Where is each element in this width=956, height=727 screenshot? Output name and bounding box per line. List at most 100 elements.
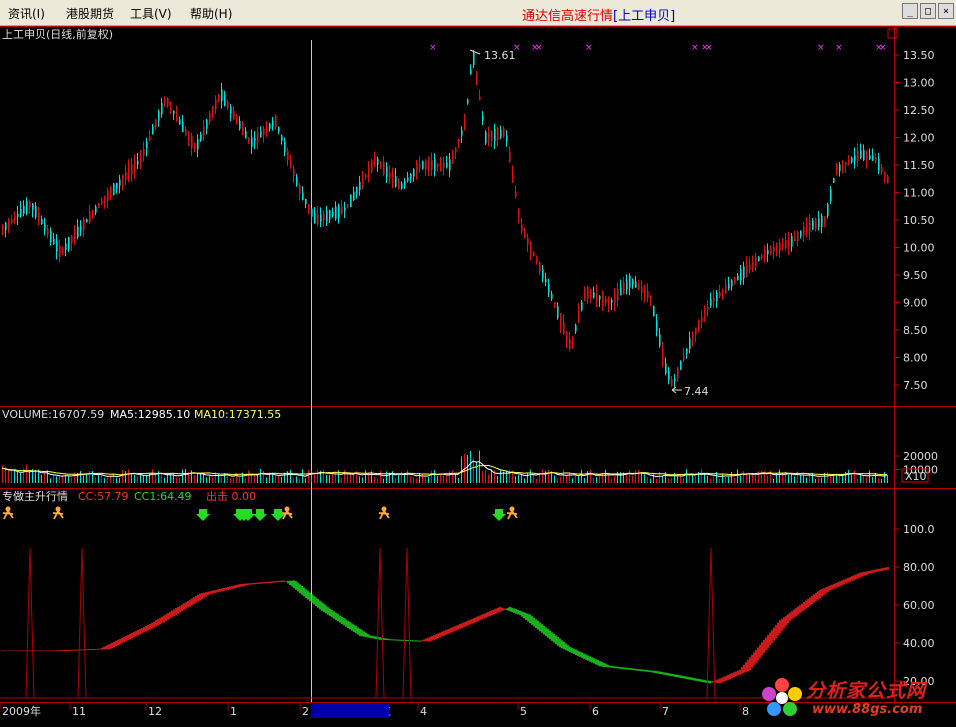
candle-body: [98, 203, 100, 209]
price-tick-label: 11.50: [903, 159, 935, 172]
price-tick-label: 12.50: [903, 104, 935, 117]
menu-item-hk-futures[interactable]: 港股期货: [66, 5, 114, 22]
price-tick-label: 10.00: [903, 242, 935, 255]
price-panel-header: 上工申贝(日线,前复权): [2, 27, 113, 41]
candle-body: [83, 218, 85, 231]
candle-body: [737, 275, 739, 281]
candle-body: [863, 149, 865, 161]
candle-body: [773, 247, 775, 252]
candle-body: [152, 126, 154, 135]
candle-body: [176, 113, 178, 122]
x-marker-icon: ×: [585, 43, 593, 53]
candle-body: [830, 189, 832, 201]
candle-body: [149, 135, 151, 140]
candle-body: [647, 291, 649, 299]
candle-body: [515, 192, 517, 197]
menu-item-tools[interactable]: 工具(V): [130, 5, 172, 22]
candle-body: [881, 166, 883, 173]
candle-body: [335, 206, 337, 219]
candle-body: [29, 201, 31, 208]
time-label: 8: [742, 705, 749, 718]
candle-body: [755, 256, 757, 267]
candle-body: [179, 119, 181, 125]
time-label: 12: [148, 705, 162, 718]
candle-body: [101, 200, 103, 205]
candle-body: [140, 156, 142, 163]
candle-body: [65, 243, 67, 251]
candle-body: [50, 230, 52, 243]
candle-body: [305, 198, 307, 205]
candle-body: [392, 173, 394, 184]
watermark-text: 分析家公式网: [806, 680, 927, 702]
maximize-button[interactable]: □: [920, 3, 936, 19]
minimize-button[interactable]: _: [902, 3, 918, 19]
candle-body: [242, 125, 244, 135]
stock-chart[interactable]: 上工申贝(日线,前复权) 13.5013.0012.5012.0011.5011…: [0, 26, 956, 727]
indicator-tick-label: 40.00: [903, 637, 935, 650]
candle-body: [665, 363, 667, 374]
candle-body: [497, 128, 499, 141]
menu-item-help[interactable]: 帮助(H): [190, 5, 232, 22]
high-arrow-icon: [469, 49, 481, 55]
volume-tick-label: 20000: [903, 450, 938, 463]
candle-body: [290, 161, 292, 167]
candle-body: [803, 226, 805, 236]
candle-body: [566, 331, 568, 341]
x-marker-icon: ×: [879, 43, 887, 53]
menu-item-info[interactable]: 资讯(I): [8, 5, 45, 22]
candle-body: [308, 204, 310, 211]
candle-body: [662, 349, 664, 360]
candle-body: [206, 120, 208, 129]
candle-body: [437, 163, 439, 167]
candle-body: [764, 249, 766, 259]
candle-body: [383, 162, 385, 175]
app-title: 通达信高速行情[上工申贝]: [522, 5, 675, 24]
x-marker-icon: ×: [705, 43, 713, 53]
candle-body: [611, 299, 613, 303]
low-price-label: 7.44: [684, 385, 709, 398]
candle-body: [527, 237, 529, 245]
candle-body: [188, 133, 190, 141]
close-button[interactable]: ×: [938, 3, 954, 19]
candle-body: [89, 211, 91, 223]
candle-body: [125, 172, 127, 180]
candle-body: [584, 290, 586, 300]
candle-body: [683, 355, 685, 361]
candle-body: [551, 293, 553, 299]
candle-body: [419, 164, 421, 169]
candle-body: [320, 214, 322, 222]
candle-body: [530, 241, 532, 254]
candle-body: [2, 225, 4, 234]
candle-body: [740, 269, 742, 281]
time-label: 6: [592, 705, 599, 718]
x-marker-icon: ×: [691, 43, 699, 53]
candle-body: [851, 157, 853, 163]
candle-body: [350, 194, 352, 208]
time-label: 4: [420, 705, 427, 718]
spike-line: [402, 547, 412, 699]
price-tick-label: 7.50: [903, 379, 928, 392]
candle-body: [185, 129, 187, 135]
candle-body: [767, 249, 769, 255]
candle-body: [146, 141, 148, 149]
candle-body: [575, 325, 577, 332]
panel-toggle-icon[interactable]: [887, 28, 898, 39]
candle-body: [128, 166, 130, 179]
candle-body: [338, 205, 340, 218]
candle-body: [41, 219, 43, 225]
candle-body: [644, 286, 646, 298]
candle-body: [119, 179, 121, 186]
candle-body: [629, 275, 631, 288]
candle-body: [173, 110, 175, 114]
candle-body: [614, 292, 616, 304]
candle-body: [332, 211, 334, 216]
flower-logo-icon: [762, 678, 802, 716]
candle-body: [326, 210, 328, 222]
candle-body: [815, 218, 817, 230]
candle-body: [23, 205, 25, 215]
candle-body: [35, 205, 37, 218]
candle-body: [11, 219, 13, 223]
candle-body: [161, 102, 163, 115]
candle-body: [164, 99, 166, 104]
candle-body: [476, 72, 478, 85]
